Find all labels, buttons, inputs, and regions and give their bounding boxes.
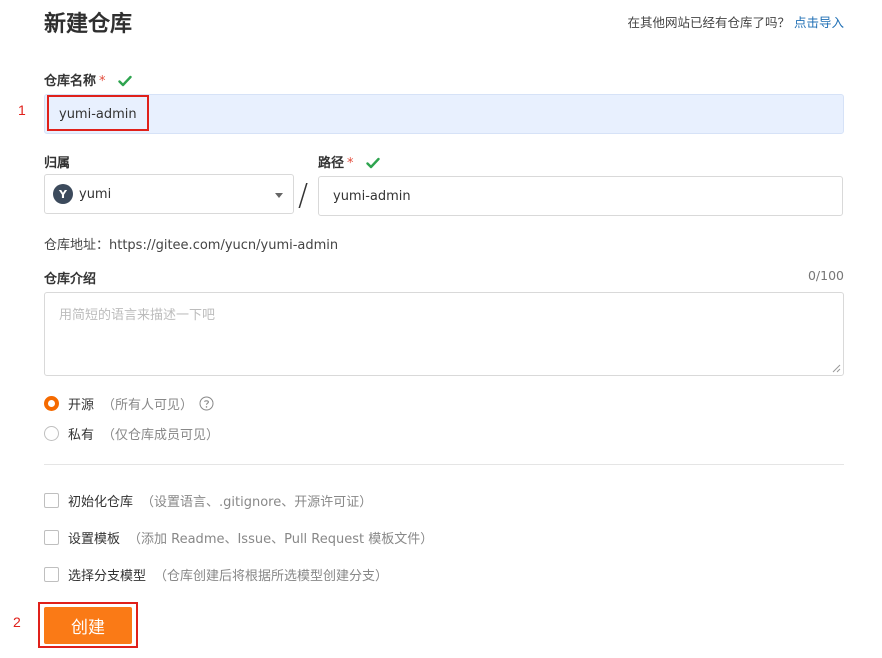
- resize-handle-icon[interactable]: [832, 364, 841, 373]
- extra-init-note: （设置语言、.gitignore、开源许可证）: [141, 495, 373, 510]
- import-link[interactable]: 点击导入: [794, 15, 844, 30]
- path-label-text: 路径: [318, 156, 345, 171]
- avatar: Y: [53, 184, 73, 204]
- description-counter: 0/100: [807, 268, 844, 283]
- visibility-private-label: 私有: [68, 428, 95, 443]
- extra-template-note: （添加 Readme、Issue、Pull Request 模板文件）: [128, 532, 434, 547]
- owner-select[interactable]: Y yumi: [44, 174, 294, 214]
- description-label: 仓库介绍: [44, 272, 97, 287]
- path-separator: /: [298, 178, 309, 213]
- extra-template-label: 设置模板: [68, 532, 121, 547]
- owner-label: 归属: [44, 156, 71, 171]
- required-mark: *: [347, 156, 354, 171]
- repo-name-label-text: 仓库名称: [44, 74, 97, 89]
- visibility-public-note: （所有人可见）: [102, 398, 194, 413]
- path-value: yumi-admin: [333, 188, 411, 204]
- path-label: 路径 *: [318, 152, 380, 171]
- annotation-label-1: 1: [18, 102, 26, 118]
- annotation-box-2: [38, 602, 138, 648]
- import-hint-text: 在其他网站已经有仓库了吗？: [627, 15, 790, 30]
- path-input[interactable]: yumi-admin: [318, 176, 843, 216]
- radio-private[interactable]: [44, 426, 59, 441]
- extra-branch-note: （仓库创建后将根据所选模型创建分支）: [154, 569, 389, 584]
- visibility-private-note: （仅仓库成员可见）: [102, 428, 220, 443]
- repo-address: 仓库地址：https://gitee.com/yucn/yumi-admin: [44, 238, 339, 253]
- visibility-public-label: 开源: [68, 398, 95, 413]
- description-placeholder: 用简短的语言来描述一下吧: [59, 308, 216, 323]
- extra-init-label: 初始化仓库: [68, 495, 134, 510]
- radio-public[interactable]: [44, 396, 59, 411]
- repo-name-label: 仓库名称 *: [44, 70, 132, 89]
- page-title: 新建仓库: [44, 12, 133, 37]
- import-hint: 在其他网站已经有仓库了吗？ 点击导入: [627, 12, 844, 31]
- extra-option-branch-model[interactable]: 选择分支模型 （仓库创建后将根据所选模型创建分支）: [44, 565, 388, 584]
- annotation-box-1: [47, 95, 149, 131]
- check-icon: [366, 157, 380, 169]
- help-icon[interactable]: [199, 396, 214, 411]
- repo-name-input[interactable]: yumi-admin: [44, 94, 844, 134]
- required-mark: *: [99, 74, 106, 89]
- checkbox-branch-model[interactable]: [44, 567, 59, 582]
- check-icon: [118, 75, 132, 87]
- annotation-label-2: 2: [13, 614, 21, 630]
- description-textarea[interactable]: 用简短的语言来描述一下吧: [44, 292, 844, 376]
- visibility-option-private[interactable]: 私有 （仅仓库成员可见）: [44, 424, 219, 443]
- divider: [44, 464, 844, 465]
- checkbox-init-repo[interactable]: [44, 493, 59, 508]
- visibility-option-public[interactable]: 开源 （所有人可见）: [44, 394, 214, 413]
- checkbox-template[interactable]: [44, 530, 59, 545]
- extra-branch-label: 选择分支模型: [68, 569, 147, 584]
- owner-value: yumi: [79, 186, 112, 202]
- extra-option-template[interactable]: 设置模板 （添加 Readme、Issue、Pull Request 模板文件）: [44, 528, 433, 547]
- extra-option-init-repo[interactable]: 初始化仓库 （设置语言、.gitignore、开源许可证）: [44, 491, 372, 510]
- chevron-down-icon: [275, 193, 283, 198]
